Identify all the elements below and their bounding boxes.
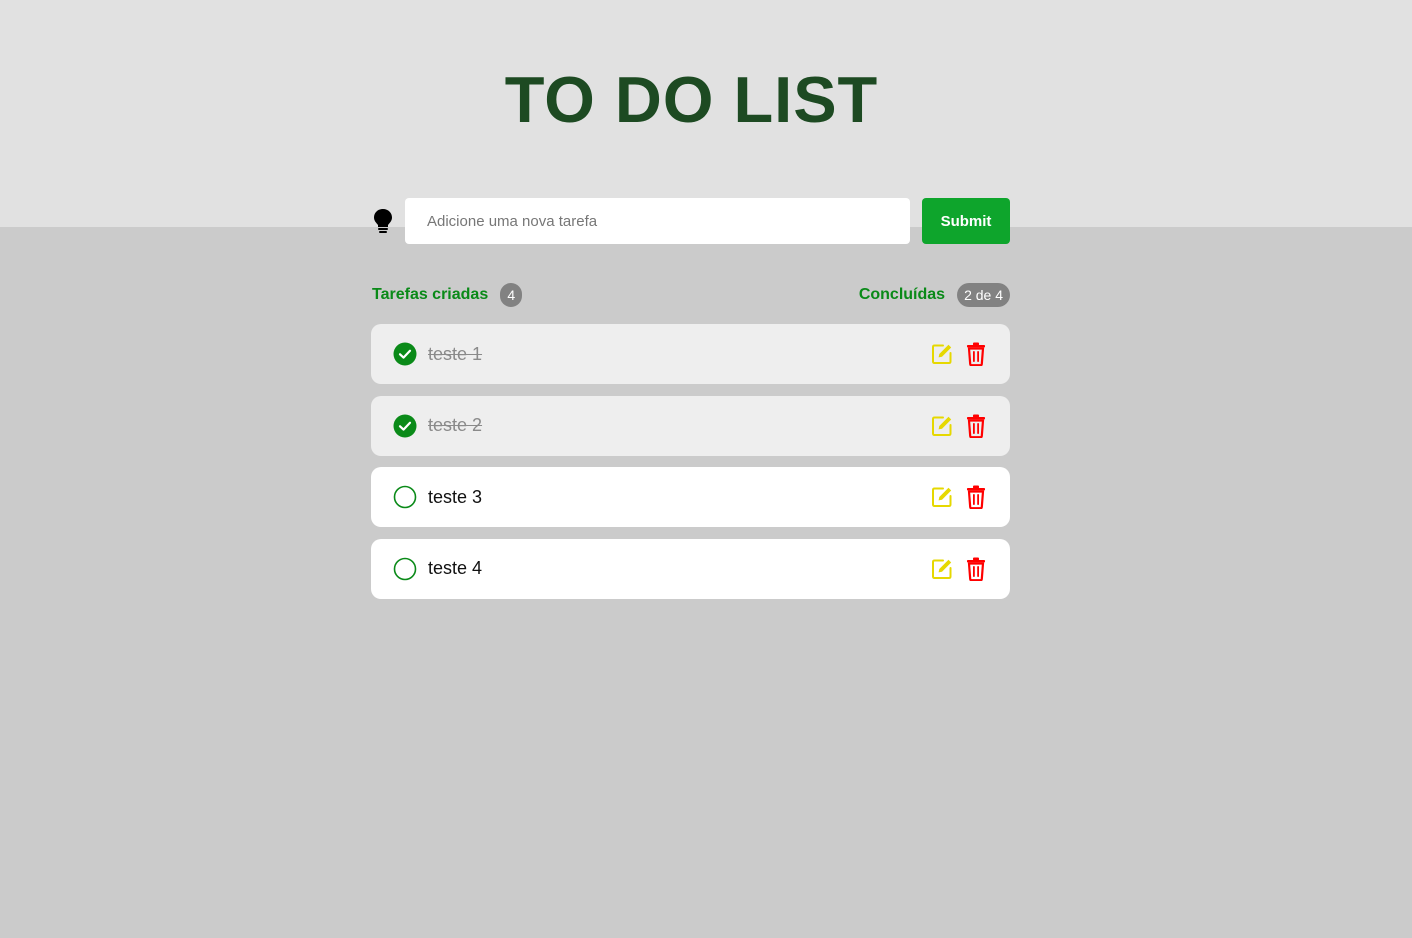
created-stat: Tarefas criadas 4 [372,283,523,307]
task-text: teste 2 [428,415,483,435]
trash-icon[interactable] [964,413,988,439]
lightbulb-icon [371,207,395,235]
task-checkbox[interactable] [393,342,417,366]
task-text: teste 4 [428,558,483,578]
trash-icon[interactable] [964,341,988,367]
task-text: teste 1 [428,343,483,364]
edit-icon[interactable] [930,484,954,510]
created-label: Tarefas criadas [372,286,489,303]
edit-icon[interactable] [930,341,954,367]
done-label: Concluídas [858,286,946,303]
page-title: TO DO LIST [504,63,879,136]
task-item: teste 3 [371,467,1010,527]
task-item: teste 2 [371,395,1010,456]
submit-button[interactable]: Submit [922,198,1010,244]
task-text: teste 3 [428,486,483,507]
trash-icon[interactable] [964,556,988,582]
task-checkbox[interactable] [393,414,417,438]
done-count-badge: 2 de 4 [957,283,1010,307]
created-count-badge: 4 [500,283,523,307]
task-item: teste 1 [371,324,1010,384]
edit-icon[interactable] [930,413,954,439]
add-task-form: Submit [371,198,1010,244]
task-item: teste 4 [371,538,1010,599]
trash-icon[interactable] [964,484,988,510]
task-checkbox[interactable] [393,485,417,509]
task-list: teste 1 teste 2 teste 3 teste 4 [371,324,1010,610]
done-stat: Concluídas 2 de 4 [859,283,1010,307]
edit-icon[interactable] [930,556,954,582]
task-stats: Tarefas criadas 4 Concluídas 2 de 4 [372,283,1010,307]
task-checkbox[interactable] [393,557,417,581]
new-task-input[interactable] [405,198,910,244]
